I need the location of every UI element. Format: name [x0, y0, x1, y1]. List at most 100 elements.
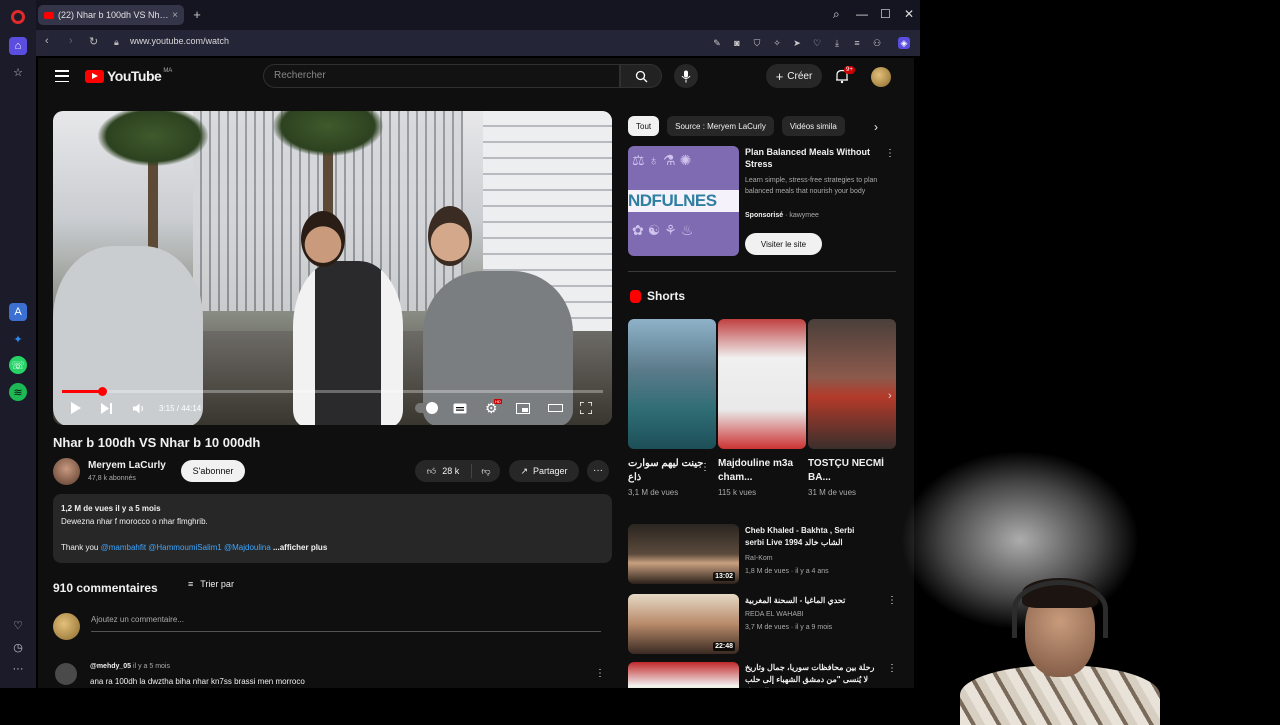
short-title[interactable]: جينت ليهم سوارت ذاع [628, 457, 708, 485]
recommended-thumbnail[interactable] [628, 662, 739, 688]
comment-author-avatar[interactable] [55, 663, 77, 685]
subtitles-button[interactable] [453, 400, 467, 416]
play-button[interactable] [71, 400, 81, 416]
chip-all[interactable]: Tout [628, 116, 660, 136]
description-mentions[interactable]: @mambahfit @HammoumiSalim1 @Majdoulina [101, 543, 271, 552]
like-button[interactable]: 👍︎ 28 k [415, 464, 472, 478]
youtube-logo[interactable]: YouTube MA [85, 68, 172, 84]
short-menu-icon[interactable]: ⋮ [700, 462, 710, 473]
short-thumbnail[interactable] [718, 319, 806, 449]
download-icon[interactable]: ⤓ [831, 37, 843, 49]
voice-search-button[interactable] [674, 64, 698, 88]
recommended-title[interactable]: Cheb Khaled - Bakhta , Serbi serbi Live … [745, 525, 875, 549]
comment-menu-icon[interactable]: ⋮ [595, 668, 605, 679]
volume-button[interactable] [133, 400, 146, 416]
comment-author[interactable]: @mehdy_05 il y a 5 mois [90, 663, 170, 670]
comments-count: 910 commentaires [53, 581, 158, 595]
search-input[interactable]: Rechercher [263, 64, 620, 88]
bookmark-icon[interactable]: ☆ [9, 63, 27, 81]
url-field[interactable]: www.youtube.com/watch [130, 36, 229, 46]
add-comment-input[interactable]: Ajoutez un commentaire... [91, 615, 601, 632]
create-button[interactable]: + Créer [766, 64, 822, 88]
account-avatar[interactable] [871, 67, 891, 87]
channel-name[interactable]: Meryem LaCurly [88, 460, 166, 471]
ad-description: Learn simple, stress-free strategies to … [745, 177, 878, 195]
more-actions-button[interactable]: ··· [587, 460, 609, 482]
search-button[interactable] [620, 64, 662, 88]
fullscreen-button[interactable] [580, 400, 592, 416]
profile-icon[interactable]: ⚇ [871, 37, 883, 49]
short-thumbnail[interactable] [628, 319, 716, 449]
recommended-thumbnail[interactable]: 22:48 [628, 594, 739, 654]
recommended-title[interactable]: رحلة بين محافظات سوريا، جمال وتاريخ لا ي… [745, 662, 875, 688]
video-progress-bar[interactable] [62, 387, 603, 396]
spotify-icon[interactable]: ≋ [9, 383, 27, 401]
ad-title[interactable]: Plan Balanced Meals Without Stress [745, 146, 873, 170]
chip-similar[interactable]: Vidéos simila [781, 116, 845, 136]
chevron-right-icon[interactable]: › [874, 120, 878, 134]
aria-icon[interactable]: A [9, 303, 27, 321]
new-tab-icon[interactable]: + [190, 8, 204, 22]
whatsapp-icon[interactable]: ☏ [9, 356, 27, 374]
menu-icon[interactable]: ≡ [851, 37, 863, 49]
shield-icon[interactable]: ⛉ [751, 37, 763, 49]
miniplayer-button[interactable] [516, 400, 530, 416]
video-player[interactable]: 3:15 / 44:14 ⚙ HD [53, 111, 612, 425]
recommended-thumbnail[interactable]: 13:02 [628, 524, 739, 584]
browser-tab[interactable]: (22) Nhar b 100dh VS Nh… × [38, 5, 184, 25]
comment-author-handle[interactable]: @mehdy_05 [90, 663, 131, 670]
favorite-icon[interactable]: ♡ [811, 37, 823, 49]
minimize-icon[interactable]: — [856, 7, 868, 21]
messenger-icon[interactable]: ✦ [9, 330, 27, 348]
history-icon[interactable]: ◷ [9, 638, 27, 656]
recommended-title[interactable]: تحدي الماغيا - السحنة المغربية [745, 595, 875, 607]
ad-thumbnail[interactable]: ⚖♁⚗✺ NDFULNES ✿☯⚘♨ [628, 146, 739, 256]
scrubber-knob[interactable] [98, 387, 108, 396]
short-views: 31 M de vues [808, 488, 857, 497]
home-icon[interactable]: ⌂ [9, 37, 27, 55]
channel-avatar[interactable] [53, 458, 80, 485]
short-title[interactable]: Majdouline m3a cham... [718, 457, 798, 485]
sort-label: Trier par [200, 579, 234, 589]
heart-icon[interactable]: ♡ [9, 616, 27, 634]
opera-logo-icon[interactable] [11, 10, 25, 24]
settings-button[interactable]: ⚙ HD [485, 399, 502, 416]
shorts-next-icon[interactable]: › [888, 390, 892, 402]
time-display: 3:15 / 44:14 [159, 404, 202, 413]
search-tabs-icon[interactable]: ⌕ [833, 7, 840, 22]
hd-badge: HD [494, 399, 502, 404]
edit-icon[interactable]: ✎ [711, 37, 723, 49]
chip-source[interactable]: Source : Meryem LaCurly [667, 116, 774, 136]
camera-icon[interactable]: ◙ [731, 37, 743, 49]
next-button[interactable] [101, 400, 112, 416]
guide-menu-icon[interactable] [55, 70, 69, 82]
extension-icon[interactable]: ✧ [771, 37, 783, 49]
show-more-link[interactable]: ...afficher plus [273, 543, 327, 552]
recommended-channel[interactable]: Raï-Kom [745, 555, 773, 562]
video-frame-person [301, 211, 345, 267]
forward-icon[interactable]: › [69, 35, 73, 47]
subscribe-button[interactable]: S'abonner [181, 460, 245, 482]
more-icon[interactable]: ··· [9, 660, 27, 678]
close-tab-icon[interactable]: × [172, 10, 178, 21]
description-box[interactable]: 1,2 M de vues il y a 5 mois Dewezna nhar… [53, 494, 612, 563]
theater-mode-button[interactable] [548, 400, 563, 416]
maximize-icon[interactable]: ☐ [880, 7, 891, 21]
short-thumbnail[interactable] [808, 319, 896, 449]
back-icon[interactable]: ‹ [45, 35, 49, 47]
recommended-channel[interactable]: REDA EL WAHABI [745, 611, 804, 618]
send-icon[interactable]: ➤ [791, 37, 803, 49]
recommended-menu-icon[interactable]: ⋮ [887, 595, 897, 606]
ad-menu-icon[interactable]: ⋮ [885, 148, 895, 159]
vpn-icon[interactable]: ◈ [898, 37, 910, 49]
dislike-button[interactable]: 👎︎ [472, 466, 500, 477]
sort-comments-button[interactable]: ≡ Trier par [188, 579, 234, 589]
reload-icon[interactable]: ↻ [89, 35, 98, 48]
close-window-icon[interactable]: ✕ [904, 7, 914, 21]
autoplay-toggle[interactable] [415, 400, 438, 416]
recommended-menu-icon[interactable]: ⋮ [887, 663, 897, 674]
share-button[interactable]: ↗ Partager [509, 460, 579, 482]
visit-site-button[interactable]: Visiter le site [745, 233, 822, 255]
short-title[interactable]: TOSTÇU NECMİ BA... [808, 457, 888, 485]
